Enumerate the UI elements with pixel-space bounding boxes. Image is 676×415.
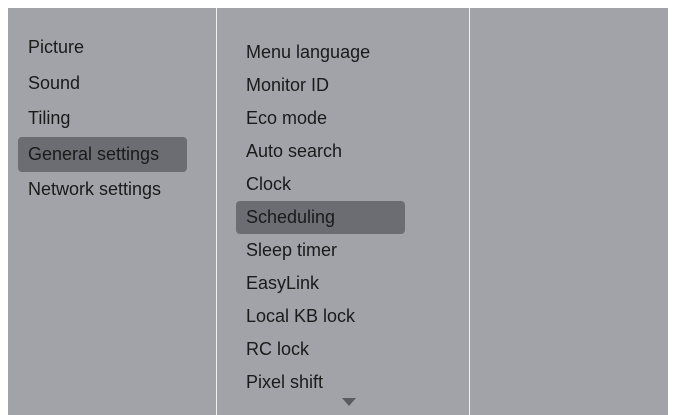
sub-menu-column: Menu language Monitor ID Eco mode Auto s… xyxy=(217,8,470,415)
sub-menu-item-monitor-id[interactable]: Monitor ID xyxy=(236,69,405,102)
sub-menu-item-scheduling[interactable]: Scheduling xyxy=(236,201,405,234)
main-menu-item-sound[interactable]: Sound xyxy=(18,66,187,102)
main-menu-item-picture[interactable]: Picture xyxy=(18,30,187,66)
main-menu-column: Picture Sound Tiling General settings Ne… xyxy=(8,8,217,415)
sub-menu-item-eco-mode[interactable]: Eco mode xyxy=(236,102,405,135)
sub-menu-item-easylink[interactable]: EasyLink xyxy=(236,267,405,300)
sub-menu-item-rc-lock[interactable]: RC lock xyxy=(236,333,405,366)
sub-menu-item-pixel-shift[interactable]: Pixel shift xyxy=(236,366,405,399)
sub-menu-item-clock[interactable]: Clock xyxy=(236,168,405,201)
main-menu-item-tiling[interactable]: Tiling xyxy=(18,101,187,137)
sub-menu-item-menu-language[interactable]: Menu language xyxy=(236,36,405,69)
main-menu-item-general-settings[interactable]: General settings xyxy=(18,136,187,172)
sub-menu-item-auto-search[interactable]: Auto search xyxy=(236,135,405,168)
sub-menu: Menu language Monitor ID Eco mode Auto s… xyxy=(236,36,405,399)
detail-column xyxy=(470,8,668,415)
sub-menu-item-sleep-timer[interactable]: Sleep timer xyxy=(236,234,405,267)
osd-menu-panel: Picture Sound Tiling General settings Ne… xyxy=(8,8,668,415)
main-menu-item-network-settings[interactable]: Network settings xyxy=(18,172,187,208)
main-menu: Picture Sound Tiling General settings Ne… xyxy=(18,30,187,208)
scroll-down-arrow-icon[interactable] xyxy=(342,398,356,406)
sub-menu-item-local-kb-lock[interactable]: Local KB lock xyxy=(236,300,405,333)
